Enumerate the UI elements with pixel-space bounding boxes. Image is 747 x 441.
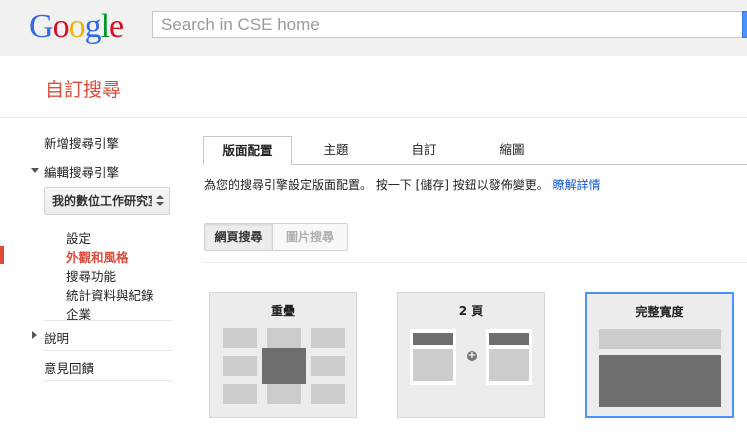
layout-description: 為您的搜尋引擎設定版面配置。 按一下 [儲存] 按鈕以發佈變更。 瞭解詳情 <box>204 176 601 193</box>
layout-card-overlay[interactable]: 重疊 <box>209 292 357 418</box>
layout-card-title: 重疊 <box>270 304 295 318</box>
logo-letter: g <box>84 8 102 45</box>
sidebar-item-help[interactable]: 說明 <box>44 328 69 347</box>
tab-layout[interactable]: 版面配置 <box>203 136 292 165</box>
tab-thumbnail[interactable]: 縮圖 <box>484 136 540 165</box>
layout-thumb-block <box>489 349 529 381</box>
sidebar-item-feedback[interactable]: 意見回饋 <box>44 358 94 377</box>
page-title: 自訂搜尋 <box>45 79 122 101</box>
logo-letter: l <box>100 8 111 45</box>
logo-letter: o <box>68 8 86 45</box>
layout-thumb-block <box>267 384 301 404</box>
layout-thumb-block <box>267 328 301 348</box>
layout-card-two-page[interactable]: 2 頁 + <box>397 292 545 418</box>
learn-more-link[interactable]: 瞭解詳情 <box>553 178 601 192</box>
expand-right-icon[interactable] <box>32 331 37 339</box>
sidebar-sub-search-features[interactable]: 搜尋功能 <box>66 266 116 285</box>
logo-letter: e <box>109 8 124 45</box>
google-logo[interactable]: Google <box>29 7 124 47</box>
sidebar-sub-settings[interactable]: 設定 <box>66 228 91 247</box>
select-arrows-icon <box>156 195 164 207</box>
layout-thumb-block <box>223 328 257 348</box>
section-divider <box>203 262 747 263</box>
expand-down-icon[interactable] <box>31 168 39 173</box>
layout-thumb-block <box>413 349 453 381</box>
search-box[interactable] <box>152 11 747 38</box>
layout-thumb-header <box>489 333 529 345</box>
sidebar-divider <box>44 380 172 381</box>
image-search-toggle[interactable]: 圖片搜尋 <box>272 223 348 251</box>
engine-select-value: 我的數位工作研究室 <box>52 194 152 208</box>
plus-icon: + <box>467 350 477 361</box>
layout-card-title: 完整寬度 <box>635 305 684 319</box>
layout-thumb-overlay <box>262 348 306 384</box>
header-divider <box>0 117 747 118</box>
layout-thumb-block <box>311 328 345 348</box>
logo-letter: o <box>52 8 70 45</box>
sidebar-divider <box>44 350 172 351</box>
sidebar-item-edit-engine[interactable]: 編輯搜尋引擎 <box>44 162 119 181</box>
layout-thumb-header <box>413 333 453 345</box>
layout-card-title: 2 頁 <box>458 304 484 318</box>
layout-thumb-block <box>223 356 257 376</box>
layout-thumb-block <box>311 384 345 404</box>
active-indicator <box>0 246 4 264</box>
sidebar-sub-statistics[interactable]: 統計資料與紀錄 <box>66 285 154 304</box>
description-text: 為您的搜尋引擎設定版面配置。 按一下 [儲存] 按鈕以發佈變更。 <box>204 178 549 192</box>
layout-card-full-width[interactable]: 完整寬度 <box>585 292 734 418</box>
layout-thumb-block <box>223 384 257 404</box>
layout-thumb-block <box>599 329 721 349</box>
sidebar-item-new-engine[interactable]: 新增搜尋引擎 <box>44 133 119 152</box>
web-search-toggle[interactable]: 網頁搜尋 <box>204 223 273 251</box>
layout-thumb-results <box>599 355 721 407</box>
tab-theme[interactable]: 主題 <box>308 136 364 165</box>
sidebar-sub-look-and-feel[interactable]: 外觀和風格 <box>66 247 129 266</box>
search-button[interactable] <box>742 11 747 38</box>
layout-thumb-block <box>311 356 345 376</box>
search-input[interactable] <box>153 12 747 37</box>
engine-select[interactable]: 我的數位工作研究室 <box>44 187 170 215</box>
logo-letter: G <box>29 8 54 45</box>
tab-customize[interactable]: 自訂 <box>396 136 452 165</box>
sidebar-divider <box>44 320 172 321</box>
